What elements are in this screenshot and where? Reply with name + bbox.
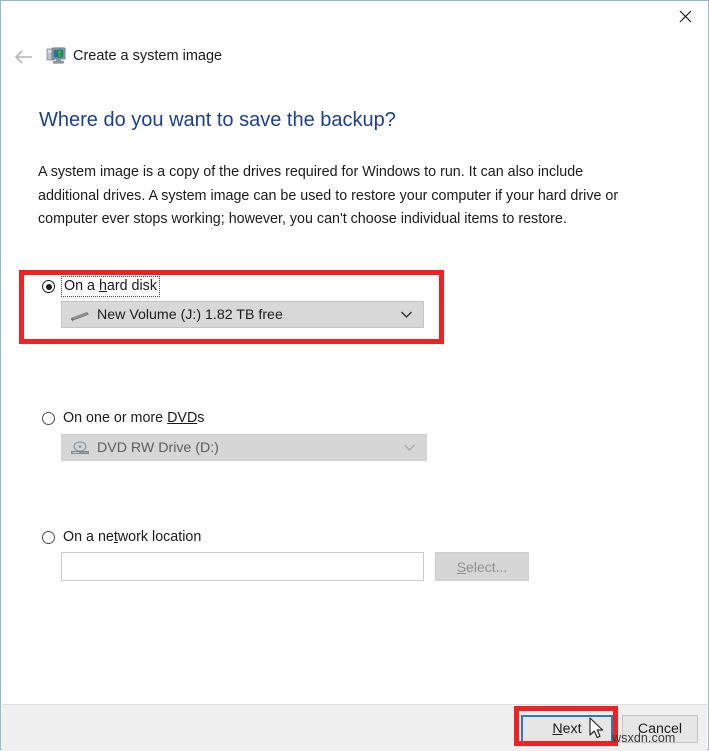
accelerator-char: DVD — [167, 410, 198, 426]
optical-drive-icon — [69, 440, 91, 456]
chevron-down-icon — [403, 443, 416, 452]
navigation-row: Create a system image — [1, 41, 708, 77]
create-system-image-window: Create a system image Where do you want … — [0, 0, 709, 751]
hard-disk-combobox-value: New Volume (J:) 1.82 TB free — [97, 306, 283, 323]
radio-indicator-hard-disk — [42, 280, 55, 293]
radio-indicator-network — [42, 531, 55, 544]
footer-bar: Next Cancel — [2, 704, 707, 751]
select-button-label: Select... — [456, 558, 508, 575]
radio-label-network: On a network location — [63, 529, 202, 545]
radio-label-dvd: On one or more DVDs — [63, 410, 205, 426]
close-button[interactable] — [662, 1, 708, 32]
radio-on-a-hard-disk[interactable]: On a hard disk — [42, 276, 160, 297]
app-title: Create a system image — [73, 48, 223, 64]
dvd-combobox[interactable]: DVD RW Drive (D:) — [61, 434, 427, 461]
accelerator-char: h — [98, 278, 107, 294]
hard-drive-icon — [69, 307, 91, 323]
next-button-label: Next — [552, 721, 582, 737]
page-description: A system image is a copy of the drives r… — [38, 164, 619, 227]
back-button[interactable] — [10, 45, 38, 73]
page-title: Where do you want to save the backup? — [39, 109, 396, 131]
chevron-down-icon — [400, 310, 413, 319]
system-image-icon — [46, 45, 68, 67]
close-icon — [679, 10, 692, 23]
radio-on-a-network-location[interactable]: On a network location — [42, 528, 201, 547]
title-bar — [1, 1, 708, 34]
dvd-combobox-value: DVD RW Drive (D:) — [97, 439, 219, 456]
arrow-left-icon — [14, 49, 34, 70]
watermark-text: wsxdn.com — [612, 731, 676, 745]
network-path-input[interactable] — [61, 552, 424, 581]
radio-label-hard-disk: On a hard disk — [61, 276, 160, 297]
hard-disk-combobox[interactable]: New Volume (J:) 1.82 TB free — [61, 301, 424, 328]
radio-indicator-dvd — [42, 412, 55, 425]
select-network-path-button[interactable]: Select... — [435, 552, 529, 581]
accelerator-char: N — [552, 721, 563, 737]
next-button[interactable]: Next — [521, 715, 613, 743]
accelerator-char: S — [456, 558, 467, 575]
radio-on-one-or-more-dvds[interactable]: On one or more DVDs — [42, 409, 204, 428]
